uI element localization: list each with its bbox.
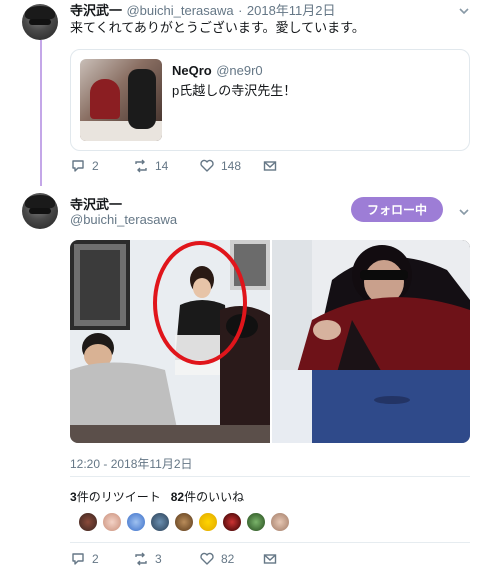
- like-count: 148: [221, 159, 242, 173]
- like-stat[interactable]: 82件のいいね: [171, 490, 244, 504]
- liker-avatar[interactable]: [126, 512, 146, 532]
- tweet-stats: 3件のリツイート 82件のいいね: [70, 488, 244, 505]
- avatar[interactable]: [22, 4, 58, 40]
- like-count: 82: [221, 552, 235, 566]
- liker-avatar[interactable]: [198, 512, 218, 532]
- chevron-down-icon[interactable]: [457, 4, 471, 18]
- reply-icon: [72, 553, 84, 565]
- reply-button[interactable]: 2: [70, 158, 99, 174]
- like-icon: [200, 552, 214, 565]
- tweet-timestamp[interactable]: 12:20 - 2018年11月2日: [70, 455, 193, 472]
- photo-author-signing: [272, 240, 470, 443]
- thread-line: [40, 40, 42, 186]
- photo-signing-event: [70, 240, 270, 443]
- like-button[interactable]: 148: [199, 158, 241, 174]
- retweet-count: 3: [155, 552, 162, 566]
- liker-avatar[interactable]: [270, 512, 290, 532]
- retweet-icon: [135, 159, 147, 173]
- tweet-date[interactable]: 2018年11月2日: [247, 3, 336, 18]
- liker-avatar[interactable]: [102, 512, 122, 532]
- retweet-count: 14: [155, 159, 169, 173]
- quoted-tweet-text: p氏越しの寺沢先生！: [172, 83, 297, 98]
- following-button[interactable]: フォロー中: [351, 197, 443, 222]
- reply-icon: [72, 160, 84, 172]
- quoted-author-handle: @ne9r0: [216, 63, 263, 78]
- message-button[interactable]: [262, 551, 284, 567]
- chevron-down-icon[interactable]: [457, 205, 471, 219]
- like-icon: [200, 159, 214, 172]
- liker-avatar[interactable]: [246, 512, 266, 532]
- avatar[interactable]: [22, 193, 58, 229]
- quoted-tweet[interactable]: NeQro @ne9r0 p氏越しの寺沢先生！: [70, 49, 470, 151]
- author-handle[interactable]: @buichi_terasawa: [126, 3, 233, 18]
- like-button[interactable]: 82: [199, 551, 234, 567]
- tweet-photo-left[interactable]: [70, 240, 270, 443]
- reply-button[interactable]: 2: [70, 551, 99, 567]
- retweet-button[interactable]: 14: [133, 158, 168, 174]
- retweet-icon: [135, 552, 147, 566]
- message-icon: [263, 554, 277, 564]
- reply-count: 2: [92, 159, 99, 173]
- divider: [70, 476, 470, 477]
- divider: [70, 542, 470, 543]
- message-button[interactable]: [262, 158, 284, 174]
- quoted-tweet-image[interactable]: [80, 59, 162, 141]
- retweet-button[interactable]: 3: [133, 551, 162, 567]
- liker-avatar[interactable]: [150, 512, 170, 532]
- tweet-text: 来てくれてありがとうございます。愛しています。: [70, 20, 365, 35]
- message-icon: [263, 161, 277, 171]
- author-handle[interactable]: @buichi_terasawa: [70, 212, 177, 227]
- liker-avatar[interactable]: [222, 512, 242, 532]
- retweet-stat[interactable]: 3件のリツイート: [70, 490, 161, 504]
- tweet-photo-right[interactable]: [272, 240, 470, 443]
- author-name[interactable]: 寺沢武一: [70, 3, 122, 18]
- author-name[interactable]: 寺沢武一: [70, 194, 122, 213]
- liker-avatar[interactable]: [78, 512, 98, 532]
- liker-avatar[interactable]: [174, 512, 194, 532]
- quoted-author-name: NeQro: [172, 63, 212, 78]
- reply-count: 2: [92, 552, 99, 566]
- separator: ·: [238, 3, 243, 18]
